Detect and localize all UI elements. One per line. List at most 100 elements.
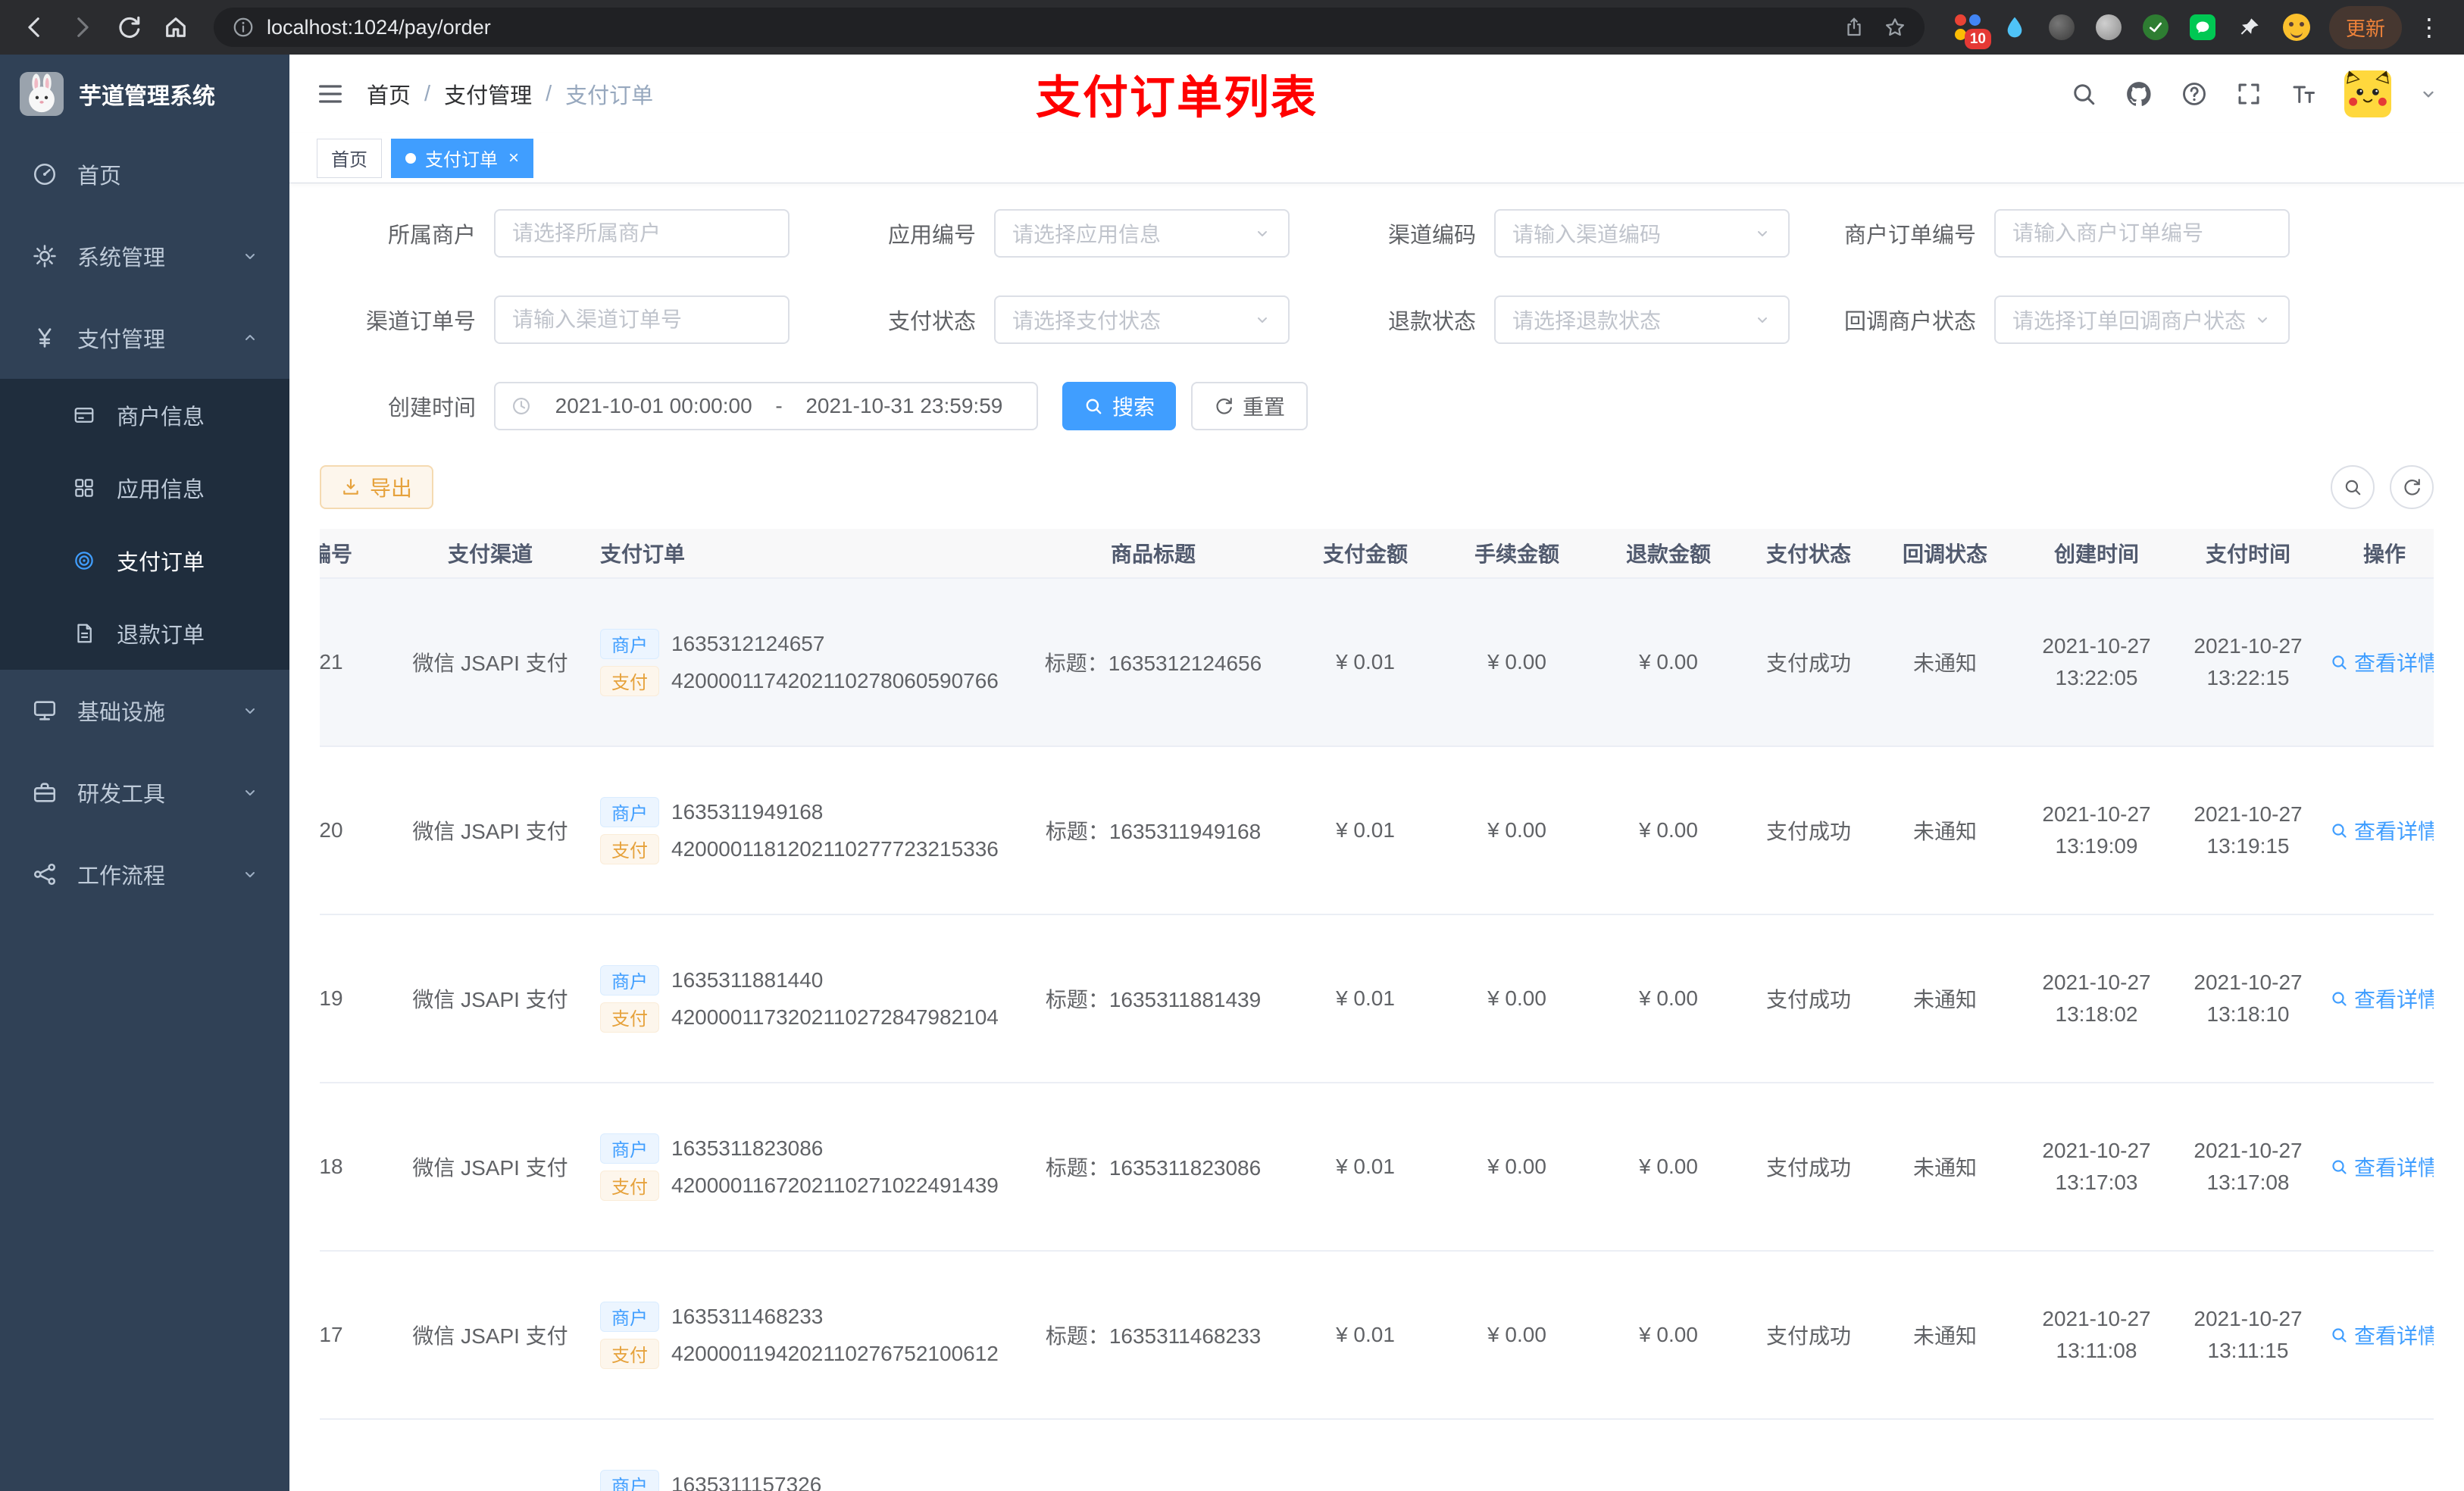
view-detail-link[interactable]: 查看详情 [2330, 1320, 2434, 1350]
sidebar-menu: 首页 系统管理 支付管理 商户信息 应用信息 支付订单 退款订单 基础设施 研发… [0, 133, 289, 915]
back-icon [28, 17, 39, 37]
breadcrumb-pay-management[interactable]: 支付管理 [444, 78, 532, 110]
github-icon[interactable] [2125, 80, 2153, 108]
sidebar-toggle-icon[interactable] [315, 79, 346, 109]
cell-notify: 未通知 [1912, 820, 1977, 843]
sidebar-item-workflow[interactable]: 工作流程 [0, 833, 289, 915]
view-detail-link[interactable]: 查看详情 [2330, 1152, 2434, 1182]
merchant-order-no: 1635311468233 [671, 1304, 824, 1328]
cell-fee: ¥ 0.00 [1487, 986, 1546, 1010]
cell-order: 商户 1635311468233 支付 42000011942021102767… [593, 1295, 1017, 1376]
extension-pin-icon[interactable] [2232, 10, 2267, 45]
extension-face-icon[interactable] [2279, 10, 2314, 45]
col-actions: 操作 [2362, 542, 2406, 566]
sidebar-item-dev-tools[interactable]: 研发工具 [0, 752, 289, 833]
view-detail-link[interactable]: 查看详情 [2330, 647, 2434, 677]
col-status: 支付状态 [1765, 542, 1851, 566]
user-menu-caret-icon[interactable] [2419, 84, 2438, 104]
sidebar-item-label: 研发工具 [77, 783, 166, 807]
channel-code-select[interactable]: 请输入渠道编码 [1494, 209, 1790, 258]
channel-order-no-input[interactable] [512, 308, 771, 332]
cell-order: 商户 1635311823086 支付 42000011672021102710… [593, 1127, 1017, 1208]
extension-chat-icon[interactable] [2185, 10, 2220, 45]
breadcrumb-separator: / [424, 81, 431, 106]
merchant-input[interactable] [512, 221, 771, 245]
refund-status-select[interactable]: 请选择退款状态 [1494, 295, 1790, 344]
breadcrumb: 首页 / 支付管理 / 支付订单 [367, 78, 653, 110]
sidebar-item-payment[interactable]: 支付管理 [0, 297, 289, 379]
merchant-select[interactable] [494, 209, 790, 258]
tab-home[interactable]: 首页 [317, 138, 382, 178]
merchant-order-no: 1635311949168 [671, 799, 824, 824]
fullscreen-icon[interactable] [2235, 80, 2262, 108]
merchant-order-no-field[interactable] [1994, 209, 2290, 258]
filter-label: 渠道订单号 [365, 310, 476, 334]
table-row: 21 微信 JSAPI 支付 商户 1635312124657 支付 42000… [320, 579, 2434, 747]
sidebar-item-merchant-info[interactable]: 商户信息 [0, 379, 289, 452]
target-icon [70, 549, 98, 572]
export-button[interactable]: 导出 [320, 465, 434, 509]
share-icon[interactable] [1843, 16, 1865, 39]
sidebar-item-home[interactable]: 首页 [0, 133, 289, 215]
address-bar[interactable]: localhost:1024/pay/order [214, 8, 1925, 47]
toggle-search-button[interactable] [2331, 465, 2375, 509]
cell-id: 21 [320, 650, 343, 674]
search-button[interactable]: 搜索 [1062, 382, 1177, 430]
view-detail-link[interactable]: 查看详情 [2330, 983, 2434, 1014]
refresh-table-button[interactable] [2390, 465, 2434, 509]
search-icon[interactable] [2070, 80, 2097, 108]
extension-check-icon[interactable] [2138, 10, 2173, 45]
sidebar-item-system[interactable]: 系统管理 [0, 215, 289, 297]
reset-button[interactable]: 重置 [1191, 382, 1309, 430]
cell-status: 支付成功 [1765, 652, 1851, 675]
sidebar-item-refund-order[interactable]: 退款订单 [0, 597, 289, 670]
extension-dots-icon[interactable]: 10 [1950, 10, 1991, 49]
create-time-range-picker[interactable]: - [494, 382, 1038, 430]
extension-drop-icon[interactable] [1997, 10, 2032, 45]
merchant-order-no-input[interactable] [2012, 221, 2272, 245]
browser-reload-button[interactable] [109, 8, 149, 47]
extension-dark-icon[interactable] [2044, 10, 2079, 45]
view-detail-link[interactable]: 查看详情 [2330, 1488, 2434, 1491]
cell-order: 商户 1635311157326 支付 [593, 1463, 1017, 1491]
notify-status-select[interactable]: 请选择订单回调商户状态 [1994, 295, 2290, 344]
extensions-cluster: 10 [1950, 10, 2314, 49]
bookmark-star-icon[interactable] [1884, 16, 1906, 39]
pay-tag: 支付 [600, 833, 659, 864]
cell-status: 支付成功 [1765, 1324, 1851, 1348]
help-icon[interactable] [2181, 80, 2208, 108]
font-size-icon[interactable] [2290, 80, 2317, 108]
extension-gray-icon[interactable] [2091, 10, 2126, 45]
sidebar-item-infrastructure[interactable]: 基础设施 [0, 670, 289, 752]
merchant-order-no: 1635311881440 [671, 967, 824, 992]
extension-badge: 10 [1964, 29, 1991, 49]
user-avatar[interactable] [2344, 70, 2391, 117]
cell-fee: ¥ 0.00 [1487, 1155, 1546, 1178]
url-text: localhost:1024/pay/order [267, 15, 491, 39]
browser-forward-button[interactable] [62, 8, 102, 47]
tab-pay-order[interactable]: 支付订单 × [391, 138, 534, 178]
app-id-select[interactable]: 请选择应用信息 [994, 209, 1290, 258]
document-icon [70, 622, 98, 645]
yen-icon [30, 325, 59, 351]
pay-status-select[interactable]: 请选择支付状态 [994, 295, 1290, 344]
tags-view-bar: 首页 支付订单 × [289, 133, 2464, 183]
browser-back-button[interactable] [15, 8, 55, 47]
channel-order-no-field[interactable] [494, 295, 790, 344]
app-logo[interactable]: 芋道管理系统 [0, 55, 289, 133]
browser-menu-icon[interactable]: ⋮ [2409, 13, 2449, 42]
close-icon[interactable]: × [508, 148, 519, 167]
cell-pay-time: 2021-10-27 13:18:10 [2194, 971, 2303, 1026]
browser-home-button[interactable] [156, 8, 195, 47]
view-detail-link[interactable]: 查看详情 [2330, 815, 2434, 846]
site-info-icon[interactable] [232, 16, 255, 39]
workflow-icon [30, 861, 59, 887]
sidebar-item-pay-order[interactable]: 支付订单 [0, 524, 289, 597]
sidebar-item-app-info[interactable]: 应用信息 [0, 452, 289, 524]
browser-update-button[interactable]: 更新 [2328, 5, 2402, 49]
breadcrumb-home[interactable]: 首页 [367, 78, 411, 110]
cell-notify: 未通知 [1912, 1324, 1977, 1348]
table-row: 19 微信 JSAPI 支付 商户 1635311881440 支付 42000… [320, 915, 2434, 1083]
date-end-input[interactable] [786, 394, 1022, 418]
date-start-input[interactable] [536, 394, 771, 418]
